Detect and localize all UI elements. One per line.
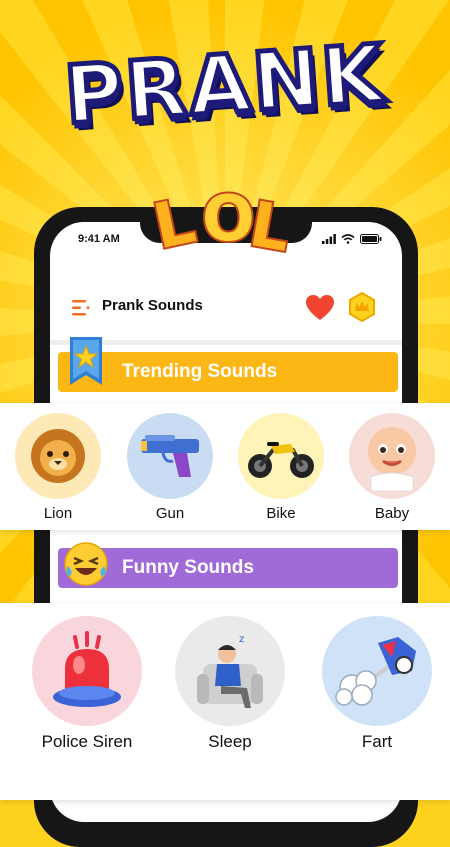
lion-icon	[31, 429, 85, 483]
funny-section-title: Funny Sounds	[122, 557, 254, 578]
sleeping-man-icon: z	[197, 634, 263, 708]
sound-item-fart[interactable]: Fart	[321, 616, 433, 752]
sound-label: Fart	[361, 732, 393, 751]
siren-thumb	[32, 616, 142, 726]
trending-section-title: Trending Sounds	[122, 361, 278, 382]
sound-label: Baby	[374, 505, 410, 522]
signal-icon	[322, 234, 336, 244]
star-bookmark-icon	[70, 337, 102, 385]
motorbike-icon	[248, 442, 314, 478]
svg-text:L: L	[150, 184, 201, 264]
menu-icon[interactable]	[72, 300, 90, 316]
svg-text:z: z	[239, 634, 244, 645]
sound-label: Gun	[155, 505, 185, 522]
funny-sounds-list: Police Siren z Sleep Fart	[0, 603, 450, 800]
sound-item-bike[interactable]: Bike	[238, 413, 324, 522]
lol-badge-icon: L O L	[150, 180, 298, 268]
sound-item-baby[interactable]: Baby	[349, 413, 435, 522]
sound-label: Lion	[43, 505, 73, 522]
gun-thumb	[127, 413, 213, 499]
trending-section-header[interactable]: Trending Sounds	[58, 352, 398, 392]
bike-thumb	[238, 413, 324, 499]
baby-thumb	[349, 413, 435, 499]
sound-label: Bike	[266, 505, 296, 522]
gun-icon	[141, 435, 199, 477]
sound-item-sleep[interactable]: z Sleep	[174, 616, 286, 752]
sound-item-gun[interactable]: Gun	[127, 413, 213, 522]
sound-label: Police Siren	[41, 732, 133, 751]
app-bar: Prank Sounds	[50, 283, 402, 333]
wifi-icon	[341, 234, 355, 244]
fart-icon	[335, 637, 416, 706]
fart-thumb	[322, 616, 432, 726]
battery-icon	[360, 234, 382, 244]
baby-icon	[368, 427, 416, 491]
app-title: Prank Sounds	[102, 297, 203, 314]
lion-thumb	[15, 413, 101, 499]
sound-item-lion[interactable]: Lion	[15, 413, 101, 522]
trending-sounds-list: Lion Gun Bike Baby	[0, 403, 450, 530]
crown-icon[interactable]	[348, 292, 376, 322]
heart-icon[interactable]	[305, 294, 335, 322]
sound-item-police-siren[interactable]: Police Siren	[31, 616, 143, 752]
sound-label: Sleep	[208, 732, 252, 751]
sleep-thumb: z	[175, 616, 285, 726]
status-icons	[322, 234, 382, 244]
status-time: 9:41 AM	[78, 233, 120, 245]
laughing-emoji-icon	[64, 542, 108, 586]
siren-icon	[53, 631, 121, 707]
